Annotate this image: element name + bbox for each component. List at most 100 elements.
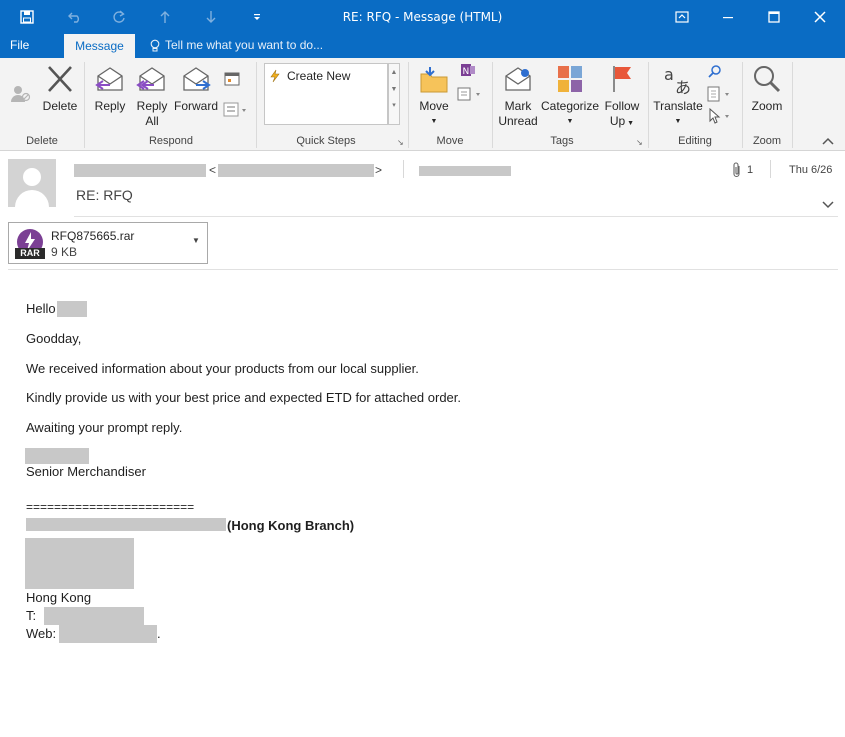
- related-icon: [707, 86, 729, 102]
- attachment-card[interactable]: RAR RFQ875665.rar 9 KB ▼: [8, 222, 208, 264]
- maximize-icon[interactable]: [751, 0, 797, 34]
- mark-unread-label-2: Unread: [498, 114, 538, 128]
- tell-me-box[interactable]: Tell me what you want to do...: [150, 38, 323, 52]
- company-name-redacted: [26, 518, 226, 531]
- categorize-button[interactable]: Categorize ▼: [540, 64, 600, 129]
- delete-group-label: Delete: [26, 135, 58, 147]
- onenote-icon: N: [461, 64, 475, 77]
- reply-icon: [95, 67, 123, 91]
- actions-icon: [457, 87, 480, 101]
- categorize-label: Categorize: [540, 99, 600, 113]
- follow-up-button[interactable]: Follow Up ▼: [602, 64, 642, 131]
- gallery-more-icon[interactable]: ▾: [389, 101, 399, 109]
- tags-launcher-icon[interactable]: ↘: [636, 138, 643, 147]
- reply-all-label-1: Reply: [136, 99, 168, 113]
- signature-name-redacted: [25, 448, 89, 464]
- more-respond-button[interactable]: [222, 102, 250, 118]
- follow-up-label-2: Up ▼: [609, 114, 635, 128]
- lightbulb-icon: [150, 39, 160, 51]
- ribbon-display-options-icon[interactable]: [659, 0, 705, 34]
- translate-button[interactable]: aあ Translate ▼: [652, 64, 704, 129]
- attachment-size: 9 KB: [51, 245, 78, 259]
- paperclip-icon: [732, 162, 742, 181]
- svg-text:a: a: [664, 65, 674, 84]
- flag-icon: [613, 66, 631, 92]
- zoom-group-label: Zoom: [752, 135, 782, 147]
- translate-label: Translate: [653, 99, 703, 113]
- body-line-2: Kindly provide us with your best price a…: [26, 390, 462, 405]
- quick-steps-gallery: Create New: [264, 63, 388, 125]
- signature-role: Senior Merchandiser: [26, 464, 146, 479]
- zoom-button[interactable]: Zoom: [746, 64, 788, 114]
- reply-label: Reply: [94, 99, 126, 113]
- city-line: Hong Kong: [26, 590, 92, 605]
- message-date: Thu 6/26: [789, 164, 833, 176]
- folder-move-icon: [420, 67, 448, 93]
- web-label: Web:: [26, 626, 57, 641]
- forward-icon: [183, 67, 211, 91]
- move-button[interactable]: Move ▼: [414, 64, 454, 129]
- avatar: [8, 159, 56, 207]
- categorize-icon: [558, 66, 582, 92]
- svg-text:あ: あ: [675, 78, 691, 96]
- ignore-button[interactable]: [6, 82, 36, 106]
- body-line-1: We received information about your produ…: [26, 361, 419, 376]
- sender-email-redacted[interactable]: [218, 164, 374, 177]
- ribbon-separator: [256, 62, 257, 148]
- rar-badge: RAR: [15, 248, 45, 259]
- ribbon-separator: [648, 62, 649, 148]
- related-button[interactable]: [706, 86, 734, 102]
- title-bar: RE: RFQ - Message (HTML): [0, 0, 845, 34]
- delete-label: Delete: [42, 99, 78, 113]
- signature-divider: ========================: [26, 500, 195, 514]
- web-redacted[interactable]: [59, 625, 157, 643]
- meeting-reply-button[interactable]: [222, 70, 242, 86]
- create-new-label: Create New: [287, 69, 351, 83]
- branch-name: (Hong Kong Branch): [227, 518, 355, 533]
- tab-message[interactable]: Message: [64, 34, 135, 58]
- mark-unread-button[interactable]: Mark Unread: [496, 64, 540, 129]
- create-new-quick-step[interactable]: Create New: [269, 69, 350, 83]
- collapse-ribbon-button[interactable]: [820, 134, 836, 149]
- meeting-icon: [224, 72, 240, 86]
- zoom-magnifier-icon: [754, 66, 781, 93]
- sender-close-bracket: >: [375, 163, 383, 177]
- scroll-up-icon[interactable]: ▲: [389, 69, 399, 76]
- reply-button[interactable]: Reply: [90, 64, 130, 114]
- reply-all-button[interactable]: Reply All: [132, 64, 172, 129]
- editing-group-label: Editing: [678, 135, 712, 147]
- quick-steps-group-label: Quick Steps: [296, 135, 356, 147]
- recipient-redacted[interactable]: [419, 166, 511, 176]
- quick-steps-launcher-icon[interactable]: ↘: [397, 138, 404, 147]
- body-line-3: Awaiting your prompt reply.: [26, 420, 183, 435]
- find-button[interactable]: [706, 64, 724, 78]
- actions-button[interactable]: [456, 86, 486, 102]
- select-button[interactable]: [706, 108, 734, 124]
- address-redacted: [25, 538, 134, 589]
- attachment-count: 1: [747, 164, 754, 176]
- zoom-label: Zoom: [751, 99, 783, 113]
- expand-header-button[interactable]: [822, 198, 834, 212]
- sender-open-bracket: <: [209, 163, 217, 177]
- reply-all-icon: [136, 67, 165, 91]
- delete-button[interactable]: Delete: [40, 64, 80, 114]
- forward-button[interactable]: Forward: [174, 64, 218, 114]
- scroll-down-icon[interactable]: ▼: [389, 86, 399, 93]
- tags-group-label: Tags: [550, 135, 574, 147]
- quick-steps-scrollbar[interactable]: ▲ ▼ ▾: [388, 63, 400, 125]
- tel-redacted: [44, 607, 144, 625]
- greeting: Hello: [26, 301, 56, 316]
- tab-file[interactable]: File: [10, 38, 29, 52]
- mark-unread-icon: [505, 67, 531, 91]
- translate-dropdown-icon: ▼: [674, 118, 682, 125]
- respond-group-label: Respond: [148, 135, 194, 147]
- onenote-button[interactable]: N: [458, 62, 478, 78]
- chevron-down-icon: [822, 201, 834, 209]
- close-icon[interactable]: [797, 0, 843, 34]
- attachment-name: RFQ875665.rar: [51, 229, 135, 243]
- move-group-label: Move: [436, 135, 464, 147]
- attachment-dropdown-icon[interactable]: ▼: [192, 236, 200, 245]
- ribbon-tabs: File Message Tell me what you want to do…: [0, 34, 845, 58]
- minimize-icon[interactable]: [705, 0, 751, 34]
- ignore-people-icon: [11, 86, 31, 102]
